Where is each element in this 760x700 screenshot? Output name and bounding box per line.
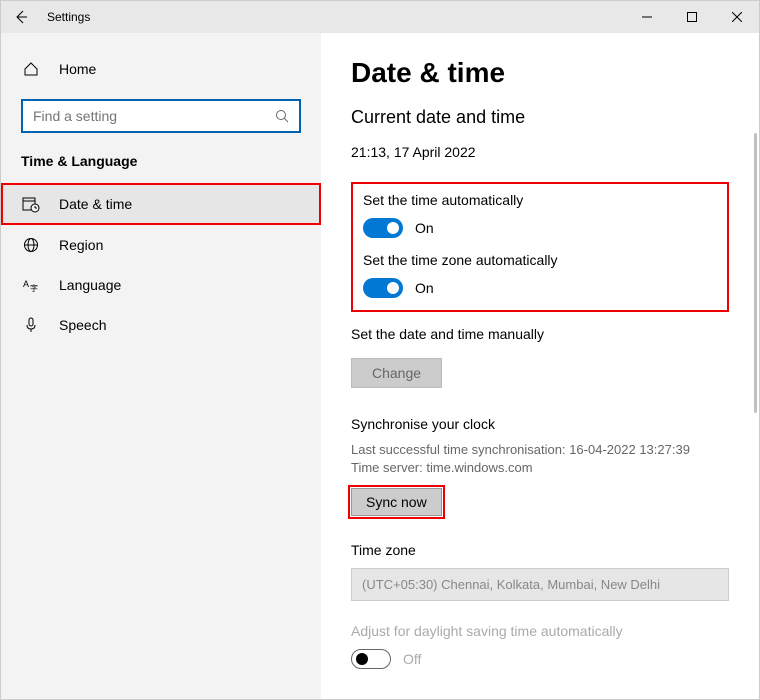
globe-icon bbox=[21, 237, 41, 253]
dst-label: Adjust for daylight saving time automati… bbox=[351, 623, 729, 639]
back-button[interactable] bbox=[1, 1, 41, 33]
sidebar-item-label: Region bbox=[59, 237, 103, 253]
current-datetime-heading: Current date and time bbox=[351, 107, 729, 128]
svg-text:A: A bbox=[23, 279, 29, 289]
search-input[interactable] bbox=[33, 108, 275, 124]
main-panel: Date & time Current date and time 21:13,… bbox=[321, 33, 759, 699]
home-nav[interactable]: Home bbox=[1, 53, 321, 85]
sidebar-item-label: Language bbox=[59, 277, 121, 293]
language-icon: A字 bbox=[21, 277, 41, 293]
window-title: Settings bbox=[47, 10, 90, 24]
sync-server-info: Time server: time.windows.com bbox=[351, 460, 729, 475]
microphone-icon bbox=[21, 317, 41, 333]
sidebar-item-label: Date & time bbox=[59, 196, 132, 212]
auto-time-label: Set the time automatically bbox=[363, 192, 717, 208]
search-box[interactable] bbox=[21, 99, 301, 133]
sidebar: Home Time & Language Date & time Reg bbox=[1, 33, 321, 699]
sync-last-info: Last successful time synchronisation: 16… bbox=[351, 442, 729, 457]
auto-time-state: On bbox=[415, 220, 434, 236]
sync-now-button[interactable]: Sync now bbox=[351, 488, 442, 516]
timezone-select: (UTC+05:30) Chennai, Kolkata, Mumbai, Ne… bbox=[351, 568, 729, 601]
dst-state: Off bbox=[403, 651, 421, 667]
auto-time-toggle[interactable] bbox=[363, 218, 403, 238]
auto-tz-toggle[interactable] bbox=[363, 278, 403, 298]
current-datetime-value: 21:13, 17 April 2022 bbox=[351, 144, 729, 160]
home-label: Home bbox=[59, 61, 96, 77]
timezone-heading: Time zone bbox=[351, 542, 729, 558]
sidebar-item-language[interactable]: A字 Language bbox=[1, 265, 321, 305]
manual-datetime-label: Set the date and time manually bbox=[351, 326, 729, 342]
home-icon bbox=[21, 61, 41, 77]
auto-settings-highlight: Set the time automatically On Set the ti… bbox=[351, 182, 729, 312]
sidebar-item-speech[interactable]: Speech bbox=[1, 305, 321, 345]
dst-toggle bbox=[351, 649, 391, 669]
close-button[interactable] bbox=[714, 1, 759, 33]
section-header: Time & Language bbox=[1, 153, 321, 183]
maximize-button[interactable] bbox=[669, 1, 714, 33]
minimize-button[interactable] bbox=[624, 1, 669, 33]
auto-tz-state: On bbox=[415, 280, 434, 296]
sidebar-item-label: Speech bbox=[59, 317, 106, 333]
svg-text:字: 字 bbox=[30, 283, 38, 293]
auto-tz-label: Set the time zone automatically bbox=[363, 252, 717, 268]
change-button: Change bbox=[351, 358, 442, 388]
calendar-clock-icon bbox=[21, 195, 41, 213]
page-title: Date & time bbox=[351, 57, 729, 89]
sidebar-item-date-time[interactable]: Date & time bbox=[1, 183, 321, 225]
scrollbar[interactable] bbox=[754, 133, 757, 413]
search-icon bbox=[275, 109, 289, 123]
sidebar-item-region[interactable]: Region bbox=[1, 225, 321, 265]
sync-heading: Synchronise your clock bbox=[351, 416, 729, 432]
